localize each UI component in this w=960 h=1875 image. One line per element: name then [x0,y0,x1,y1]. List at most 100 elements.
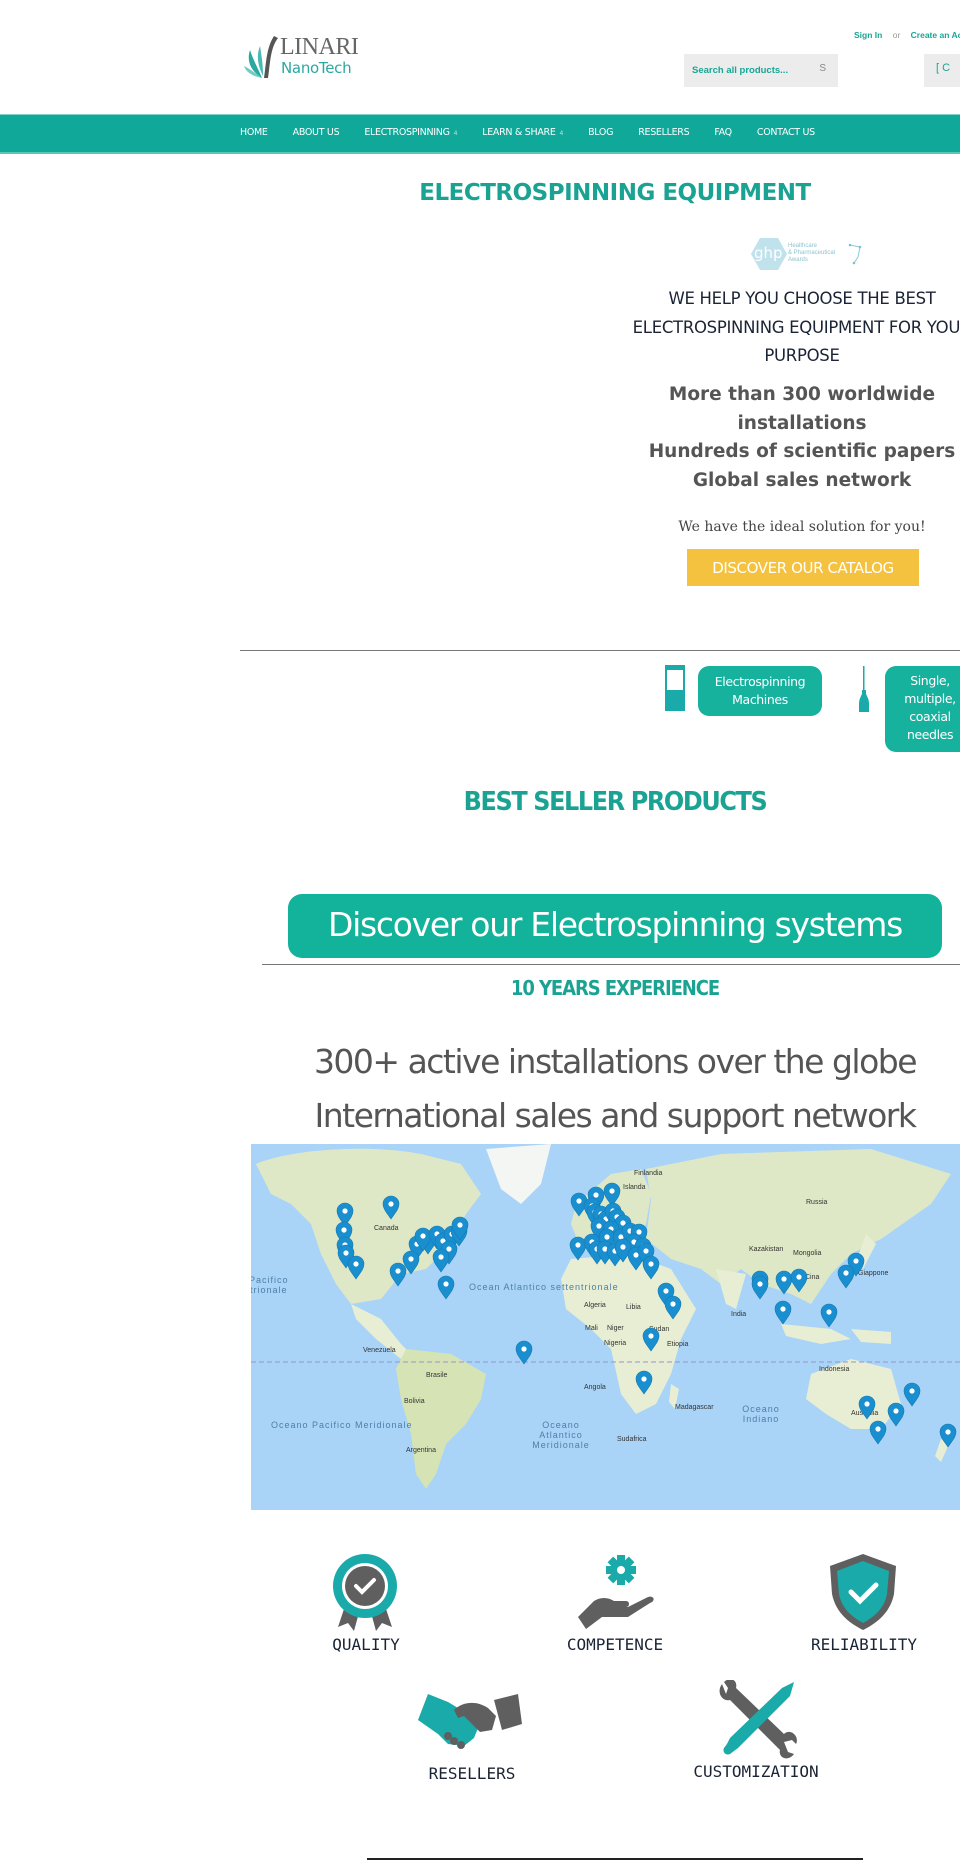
map-marker-icon[interactable] [774,1300,792,1325]
value-label-competence: COMPETENCE [566,1635,664,1654]
quality-badge-icon [333,1554,397,1631]
sign-in-link[interactable]: Sign In [854,30,882,40]
divider [262,964,960,965]
nav-item-learn-share[interactable]: LEARN & SHARE 4 [482,127,563,138]
logo-text-linari: LINARI [280,34,359,60]
best-seller-heading: BEST SELLER PRODUCTS [463,787,768,817]
value-label-resellers: RESELLERS [428,1764,516,1783]
map-marker-icon[interactable] [635,1370,653,1395]
map-marker-icon[interactable] [603,1182,621,1207]
award-text-line: & Pharmaceutical [788,250,836,256]
help-line: WE HELP YOU CHOOSE THE BEST [668,289,936,308]
map-marker-icon[interactable] [903,1382,921,1407]
create-account-link[interactable]: Create an Account [911,30,960,40]
award-text-line: Healthcare [788,243,818,249]
category-label: coaxial [909,709,951,724]
nav-label: CONTACT US [756,127,815,138]
category-label: multiple, [904,691,956,706]
map-marker-icon[interactable] [569,1236,587,1261]
map-marker-icon[interactable] [389,1262,407,1287]
dropdown-caret-icon: 4 [559,130,564,137]
logo-link[interactable]: LINARI NanoTech [244,34,359,84]
nav-label: RESELLERS [638,127,690,138]
map-marker-icon[interactable] [642,1255,660,1280]
cart-button[interactable]: [ C [924,54,960,87]
nav-label: FAQ [714,127,732,138]
nav-item-blog[interactable]: BLOG [588,127,613,138]
nav-label: BLOG [588,127,614,138]
dropdown-caret-icon: 4 [453,130,458,137]
map-marker-icon[interactable] [939,1423,957,1448]
map-marker-icon[interactable] [858,1395,876,1420]
customization-tools-icon [719,1680,797,1759]
experience-heading: 10 YEARS EXPERIENCE [510,976,720,1000]
nav-item-faq[interactable]: FAQ [714,127,732,138]
ghp-award-text: Healthcare & Pharmaceutical Awards [788,243,835,264]
nav-label: ABOUT US [292,127,340,138]
tagline: We have the ideal solution for you! [678,519,926,535]
category-label: Single, [910,673,950,688]
nav-item-resellers[interactable]: RESELLERS [638,127,689,138]
map-marker-icon[interactable] [515,1340,533,1365]
discover-catalog-button[interactable]: DISCOVER OUR CATALOG [687,549,919,586]
resellers-handshake-icon [418,1694,522,1749]
divider [367,1858,863,1860]
map-marker-icon[interactable] [887,1402,905,1427]
page-title: ELECTROSPINNING EQUIPMENT [419,180,811,206]
nav-item-home[interactable]: HOME [240,127,268,138]
divider [240,650,960,651]
nav-item-about-us[interactable]: ABOUT US [293,127,340,138]
needle-icon [859,666,869,712]
installations-line: 300+ active installations over the globe [313,1042,918,1081]
stat-line: More than 300 worldwide [668,384,936,405]
category-needles[interactable]: Single, multiple, coaxial needles [885,666,960,752]
network-line: International sales and support network [314,1096,917,1135]
value-label-customization: CUSTOMIZATION [693,1762,819,1781]
or-separator: or [892,30,901,40]
help-line: ELECTROSPINNING EQUIPMENT FOR YOUR [632,317,960,337]
account-links: Sign In or Create an Account [854,30,960,40]
map-marker-icon[interactable] [437,1275,455,1300]
search-box: S [684,54,838,87]
map-marker-icon[interactable] [642,1327,660,1352]
map-marker-icon[interactable] [837,1264,855,1289]
logo-text-nanotech: NanoTech [281,59,352,77]
nav-item-electrospinning[interactable]: ELECTROSPINNING 4 [364,127,457,138]
main-nav: HOME ABOUT US ELECTROSPINNING 4 LEARN & S… [0,114,960,154]
map-markers [335,1182,957,1448]
stat-line: Global sales network [692,469,912,491]
stat-line: installations [737,412,867,434]
logo-leaf-icon [244,36,278,78]
installations-map[interactable]: Pacifico trionale Ocean Atlantico settent… [251,1144,960,1510]
map-marker-icon[interactable] [869,1420,887,1445]
ghp-award-logo: ghp Healthcare & Pharmaceutical Awards [746,235,866,275]
help-heading: WE HELP YOU CHOOSE THE BEST ELECTROSPINN… [620,285,960,371]
map-marker-icon[interactable] [432,1248,450,1273]
category-electrospinning-machines[interactable]: Electrospinning Machines [698,666,822,716]
value-label-quality: QUALITY [332,1635,400,1654]
nav-item-contact-us[interactable]: CONTACT US [757,127,815,138]
map-marker-icon[interactable] [347,1255,365,1280]
category-label: Electrospinning [714,674,806,689]
ghp-badge-text: ghp [754,244,783,262]
nav-label: LEARN & SHARE [482,127,556,138]
competence-hand-gear-icon [578,1555,654,1629]
nav-label: ELECTROSPINNING [364,127,450,138]
help-line: PURPOSE [764,346,840,365]
map-marker-icon[interactable] [790,1268,808,1293]
machine-icon [665,665,685,711]
stat-line: Hundreds of scientific papers [648,441,956,462]
map-marker-icon[interactable] [664,1295,682,1320]
map-marker-icon[interactable] [382,1195,400,1220]
reliability-shield-icon [830,1554,896,1630]
category-label: needles [906,727,954,742]
nav-label: HOME [240,127,268,138]
map-marker-icon[interactable] [820,1303,838,1328]
discover-systems-button[interactable]: Discover our Electrospinning systems [288,894,942,958]
category-label: Machines [732,692,788,707]
value-label-reliability: RELIABILITY [811,1635,917,1654]
map-marker-icon[interactable] [775,1270,793,1295]
search-button[interactable]: S [819,63,826,74]
search-input[interactable] [692,65,812,76]
map-marker-icon[interactable] [751,1275,769,1300]
